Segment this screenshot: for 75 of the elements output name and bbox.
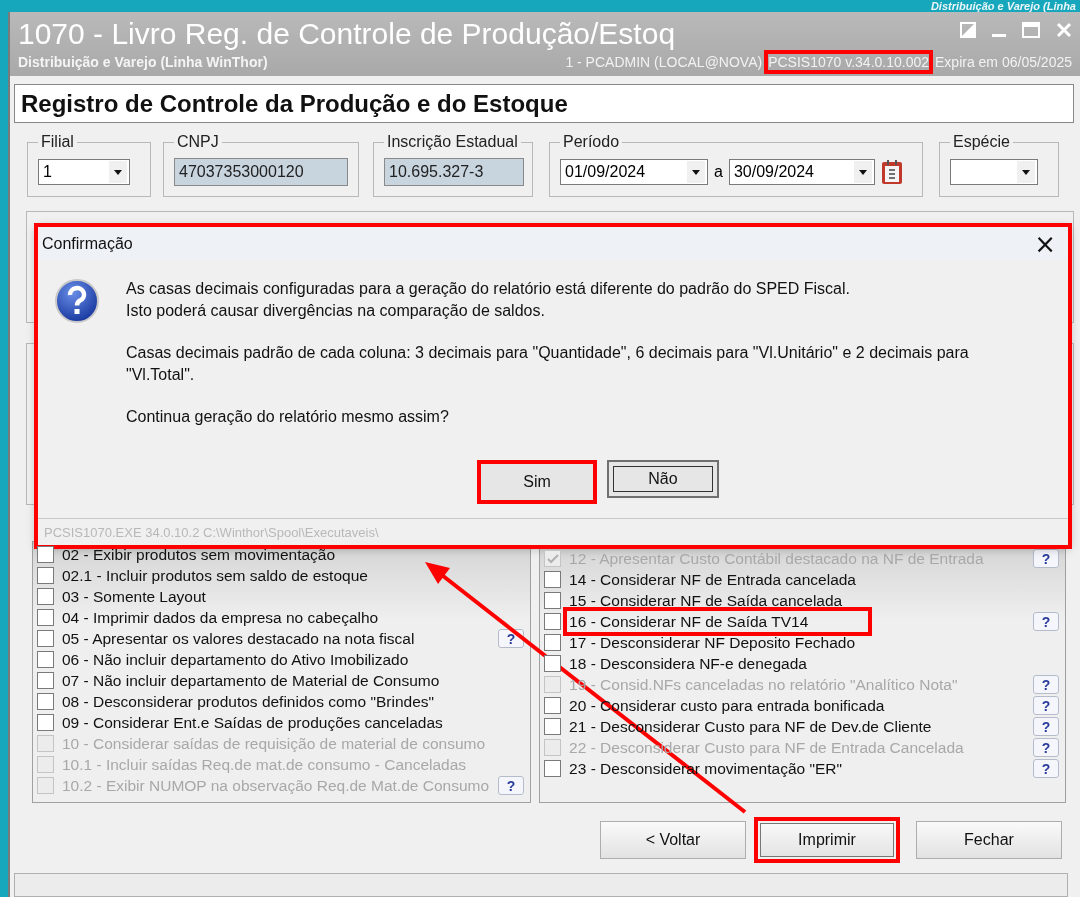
option-label: 06 - Não incluir departamento do Ativo Imobilizado	[62, 650, 409, 669]
option-label: 10 - Considerar saídas de requisição de material de consumo	[62, 734, 486, 753]
checkbox[interactable]	[544, 655, 562, 672]
checkbox[interactable]	[37, 714, 54, 731]
dialog-button[interactable]: Não	[607, 460, 719, 498]
option-label: 05 - Apresentar os valores destacado na nota fiscal	[62, 629, 415, 648]
option-label: 17 - Desconsiderar NF Deposito Fechado	[569, 633, 856, 652]
option-label: 02 - Exibir produtos sem movimentação	[62, 545, 336, 564]
dialog-message: Isto poderá causar divergências na comparação de saldos.	[126, 301, 546, 321]
option-label: 07 - Não incluir departamento de Material de Consumo	[62, 671, 440, 690]
dialog-message: Casas decimais padrão de cada coluna: 3 decimais para "Quantidade", 6 decimais para "Vl.Unitário" e 2 decimais para "Vl.Total".	[126, 343, 970, 385]
checkbox[interactable]	[37, 609, 54, 626]
dialog-button[interactable]: Sim	[477, 460, 597, 504]
option-label: 08 - Desconsiderar produtos definidos como "Brindes"	[62, 692, 434, 711]
dialog-question: Continua geração do relatório mesmo assim?	[126, 407, 450, 427]
group-label: Filial	[40, 133, 75, 151]
question-icon	[54, 278, 100, 324]
checkbox[interactable]	[37, 630, 54, 647]
option-label: 03 - Somente Layout	[62, 587, 206, 606]
version-info: PCSIS1070 v.34.0.10.002	[768, 54, 929, 70]
help-button[interactable]: ?	[1033, 612, 1059, 631]
action-button[interactable]: < Voltar	[600, 821, 746, 859]
checkbox[interactable]	[544, 571, 562, 588]
help-button[interactable]: ?	[1033, 759, 1059, 778]
filial-dropdown[interactable]: 1	[38, 158, 130, 185]
especie-dropdown[interactable]	[950, 158, 1038, 185]
option-label: 04 - Imprimir dados da empresa no cabeçalho	[62, 608, 379, 627]
caret-icon	[109, 160, 127, 183]
checkbox[interactable]	[544, 634, 562, 651]
action-button[interactable]: Imprimir	[754, 817, 900, 863]
help-button[interactable]: ?	[1033, 696, 1059, 715]
checkbox[interactable]	[544, 718, 562, 735]
caret-icon	[1017, 160, 1035, 183]
help-button[interactable]: ?	[1033, 717, 1059, 736]
date-to-dropdown[interactable]: 30/09/2024	[728, 158, 875, 185]
checkbox[interactable]	[544, 760, 562, 777]
checkbox[interactable]	[37, 693, 54, 710]
background-caption: Distribuição e Varejo (Linha	[930, 0, 1076, 12]
dialog-message: As casas decimais configuradas para a geração do relatório está diferente do padrão do SPED Fiscal.	[126, 279, 851, 299]
checkbox[interactable]	[37, 567, 54, 584]
option-label: 14 - Considerar NF de Entrada cancelada	[569, 570, 856, 589]
window-title: 1070 - Livro Reg. de Controle de Produção/Estoq	[18, 17, 676, 51]
user-info: 1 - PCADMIN (LOCAL@NOVA)	[565, 54, 763, 70]
caret-icon	[687, 160, 705, 183]
checkbox[interactable]	[37, 672, 54, 689]
checkbox[interactable]	[544, 613, 562, 630]
option-label: 10.1 - Incluir saídas Req.de mat.de consumo - Canceladas	[62, 755, 467, 774]
option-label: 10.2 - Exibir NUMOP na observação Req.de Mat.de Consumo	[62, 776, 490, 795]
checkbox[interactable]	[37, 588, 54, 605]
option-label: 09 - Considerar Ent.e Saídas de produções canceladas	[62, 713, 443, 732]
group-label: CNPJ	[176, 133, 220, 151]
caret-icon	[853, 160, 872, 183]
dialog-title: Confirmação	[42, 234, 133, 253]
checkbox[interactable]	[544, 592, 562, 609]
checkbox[interactable]	[37, 546, 54, 563]
group-label: Período	[562, 133, 621, 151]
option-label: 16 - Considerar NF de Saída TV14	[563, 607, 873, 636]
window-subtitle: Distribuição e Varejo (Linha WinThor)	[18, 54, 268, 70]
expiry-info: Expira em 06/05/2025	[935, 54, 1072, 70]
group-label: Espécie	[952, 133, 1011, 151]
range-separator: a	[714, 162, 723, 181]
option-label: 18 - Desconsidera NF-e denegada	[569, 654, 807, 673]
close-button[interactable]: ×	[1028, 230, 1062, 257]
action-button[interactable]: Fechar	[916, 821, 1062, 859]
checkbox[interactable]	[37, 651, 54, 668]
dialog-footer: PCSIS1070.EXE 34.0.10.2 C:\Winthor\Spool\Executaveis\	[44, 524, 379, 540]
option-label: 02.1 - Incluir produtos sem saldo de estoque	[62, 566, 368, 585]
option-label: 15 - Considerar NF de Saída cancelada	[569, 591, 843, 610]
calendar-icon[interactable]	[880, 158, 903, 185]
group-label: Inscrição Estadual	[386, 133, 519, 151]
cnpj-field[interactable]: 47037353000120	[174, 157, 348, 186]
inscricao-field[interactable]: 10.695.327-3	[384, 157, 524, 186]
checkbox[interactable]	[544, 697, 562, 714]
form-header: Registro de Controle da Produção e do Estoque	[21, 89, 568, 118]
date-from-dropdown[interactable]: 01/09/2024	[560, 158, 708, 185]
